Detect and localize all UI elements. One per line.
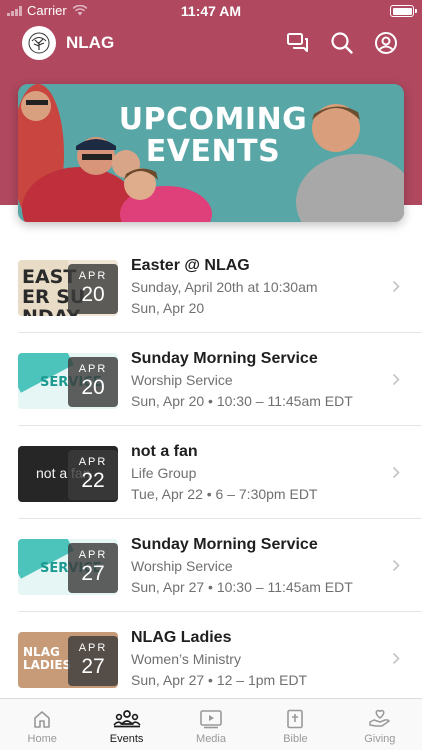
date-day: 27 <box>81 655 105 678</box>
event-subtitle: Worship Service <box>131 558 233 574</box>
tab-label: Home <box>27 733 57 745</box>
app-title: NLAG <box>66 33 115 52</box>
bible-icon <box>287 709 304 729</box>
event-thumbnail: not a fan APR 22 <box>18 446 118 502</box>
tab-label: Media <box>196 733 226 745</box>
chevron-right-icon <box>392 466 400 479</box>
event-date-time: Sun, Apr 20 • 10:30 – 11:45am EDT <box>131 393 353 409</box>
date-month: APR <box>78 363 108 375</box>
event-subtitle: Worship Service <box>131 372 233 388</box>
tab-giving[interactable]: Giving <box>338 699 422 750</box>
event-date-time: Tue, Apr 22 • 6 – 7:30pm EDT <box>131 486 318 502</box>
event-date-time: Sun, Apr 20 <box>131 300 205 316</box>
event-list: EASTER SUNDAY APR 20 Easter @ NLAG Sunda… <box>0 240 422 705</box>
date-badge: APR 20 <box>68 264 118 314</box>
banner-heading: UPCOMING EVENTS <box>118 104 308 167</box>
date-badge: APR 20 <box>68 357 118 407</box>
event-row[interactable]: not a fan APR 22 not a fan Life Group Tu… <box>18 426 422 519</box>
tab-media[interactable]: Media <box>169 699 253 750</box>
chat-icon[interactable] <box>286 32 310 54</box>
event-row[interactable]: SERVICE APR 20 Sunday Morning Service Wo… <box>18 333 422 426</box>
date-day: 20 <box>81 376 105 399</box>
profile-icon[interactable] <box>374 31 398 55</box>
tab-bar: Home Events Media Bible Giving <box>0 698 422 750</box>
event-title: Sunday Morning Service <box>131 536 318 553</box>
tab-bible[interactable]: Bible <box>253 699 337 750</box>
event-title: Easter @ NLAG <box>131 257 250 274</box>
heart-hand-icon <box>369 709 390 727</box>
chevron-right-icon <box>392 559 400 572</box>
event-subtitle: Women’s Ministry <box>131 651 241 667</box>
event-row[interactable]: NLAG LADIES APR 27 NLAG Ladies Women’s M… <box>18 612 422 705</box>
event-subtitle: Life Group <box>131 465 197 481</box>
people-icon <box>112 710 141 728</box>
event-title: NLAG Ladies <box>131 629 232 646</box>
event-row[interactable]: EASTER SUNDAY APR 20 Easter @ NLAG Sunda… <box>18 240 422 333</box>
event-title: not a fan <box>131 443 198 460</box>
date-badge: APR 22 <box>68 450 118 500</box>
event-thumbnail: SERVICE APR 20 <box>18 353 118 409</box>
date-month: APR <box>78 456 108 468</box>
chevron-right-icon <box>392 373 400 386</box>
tab-label: Giving <box>364 733 396 745</box>
play-icon <box>200 710 222 729</box>
date-day: 27 <box>81 562 105 585</box>
app-header: NLAG <box>22 26 398 60</box>
church-logo[interactable] <box>22 26 56 60</box>
date-badge: APR 27 <box>68 543 118 593</box>
home-icon <box>34 711 51 728</box>
chevron-right-icon <box>392 652 400 665</box>
date-day: 20 <box>81 283 105 306</box>
event-thumbnail: NLAG LADIES APR 27 <box>18 632 118 688</box>
search-icon[interactable] <box>330 31 354 55</box>
event-title: Sunday Morning Service <box>131 350 318 367</box>
date-month: APR <box>78 549 108 561</box>
chevron-right-icon <box>392 280 400 293</box>
event-thumbnail: SERVICE APR 27 <box>18 539 118 595</box>
date-month: APR <box>78 270 108 282</box>
status-bar: Carrier 11:47 AM <box>0 0 422 22</box>
upcoming-events-banner[interactable]: UPCOMING EVENTS <box>18 84 404 222</box>
tab-label: Bible <box>283 733 308 745</box>
date-month: APR <box>78 642 108 654</box>
tab-events[interactable]: Events <box>84 699 168 750</box>
tab-label: Events <box>109 733 144 745</box>
event-row[interactable]: SERVICE APR 27 Sunday Morning Service Wo… <box>18 519 422 612</box>
banner-line-1: UPCOMING <box>118 102 308 137</box>
event-date-time: Sun, Apr 27 • 10:30 – 11:45am EDT <box>131 579 353 595</box>
date-day: 22 <box>81 469 105 492</box>
event-subtitle: Sunday, April 20th at 10:30am <box>131 279 318 295</box>
date-badge: APR 27 <box>68 636 118 686</box>
tab-home[interactable]: Home <box>0 699 84 750</box>
tree-logo-icon <box>28 32 50 54</box>
battery-icon <box>390 5 417 17</box>
event-thumbnail: EASTER SUNDAY APR 20 <box>18 260 118 316</box>
event-date-time: Sun, Apr 27 • 12 – 1pm EDT <box>131 672 308 688</box>
banner-line-2: EVENTS <box>145 133 281 169</box>
status-time: 11:47 AM <box>180 3 242 19</box>
